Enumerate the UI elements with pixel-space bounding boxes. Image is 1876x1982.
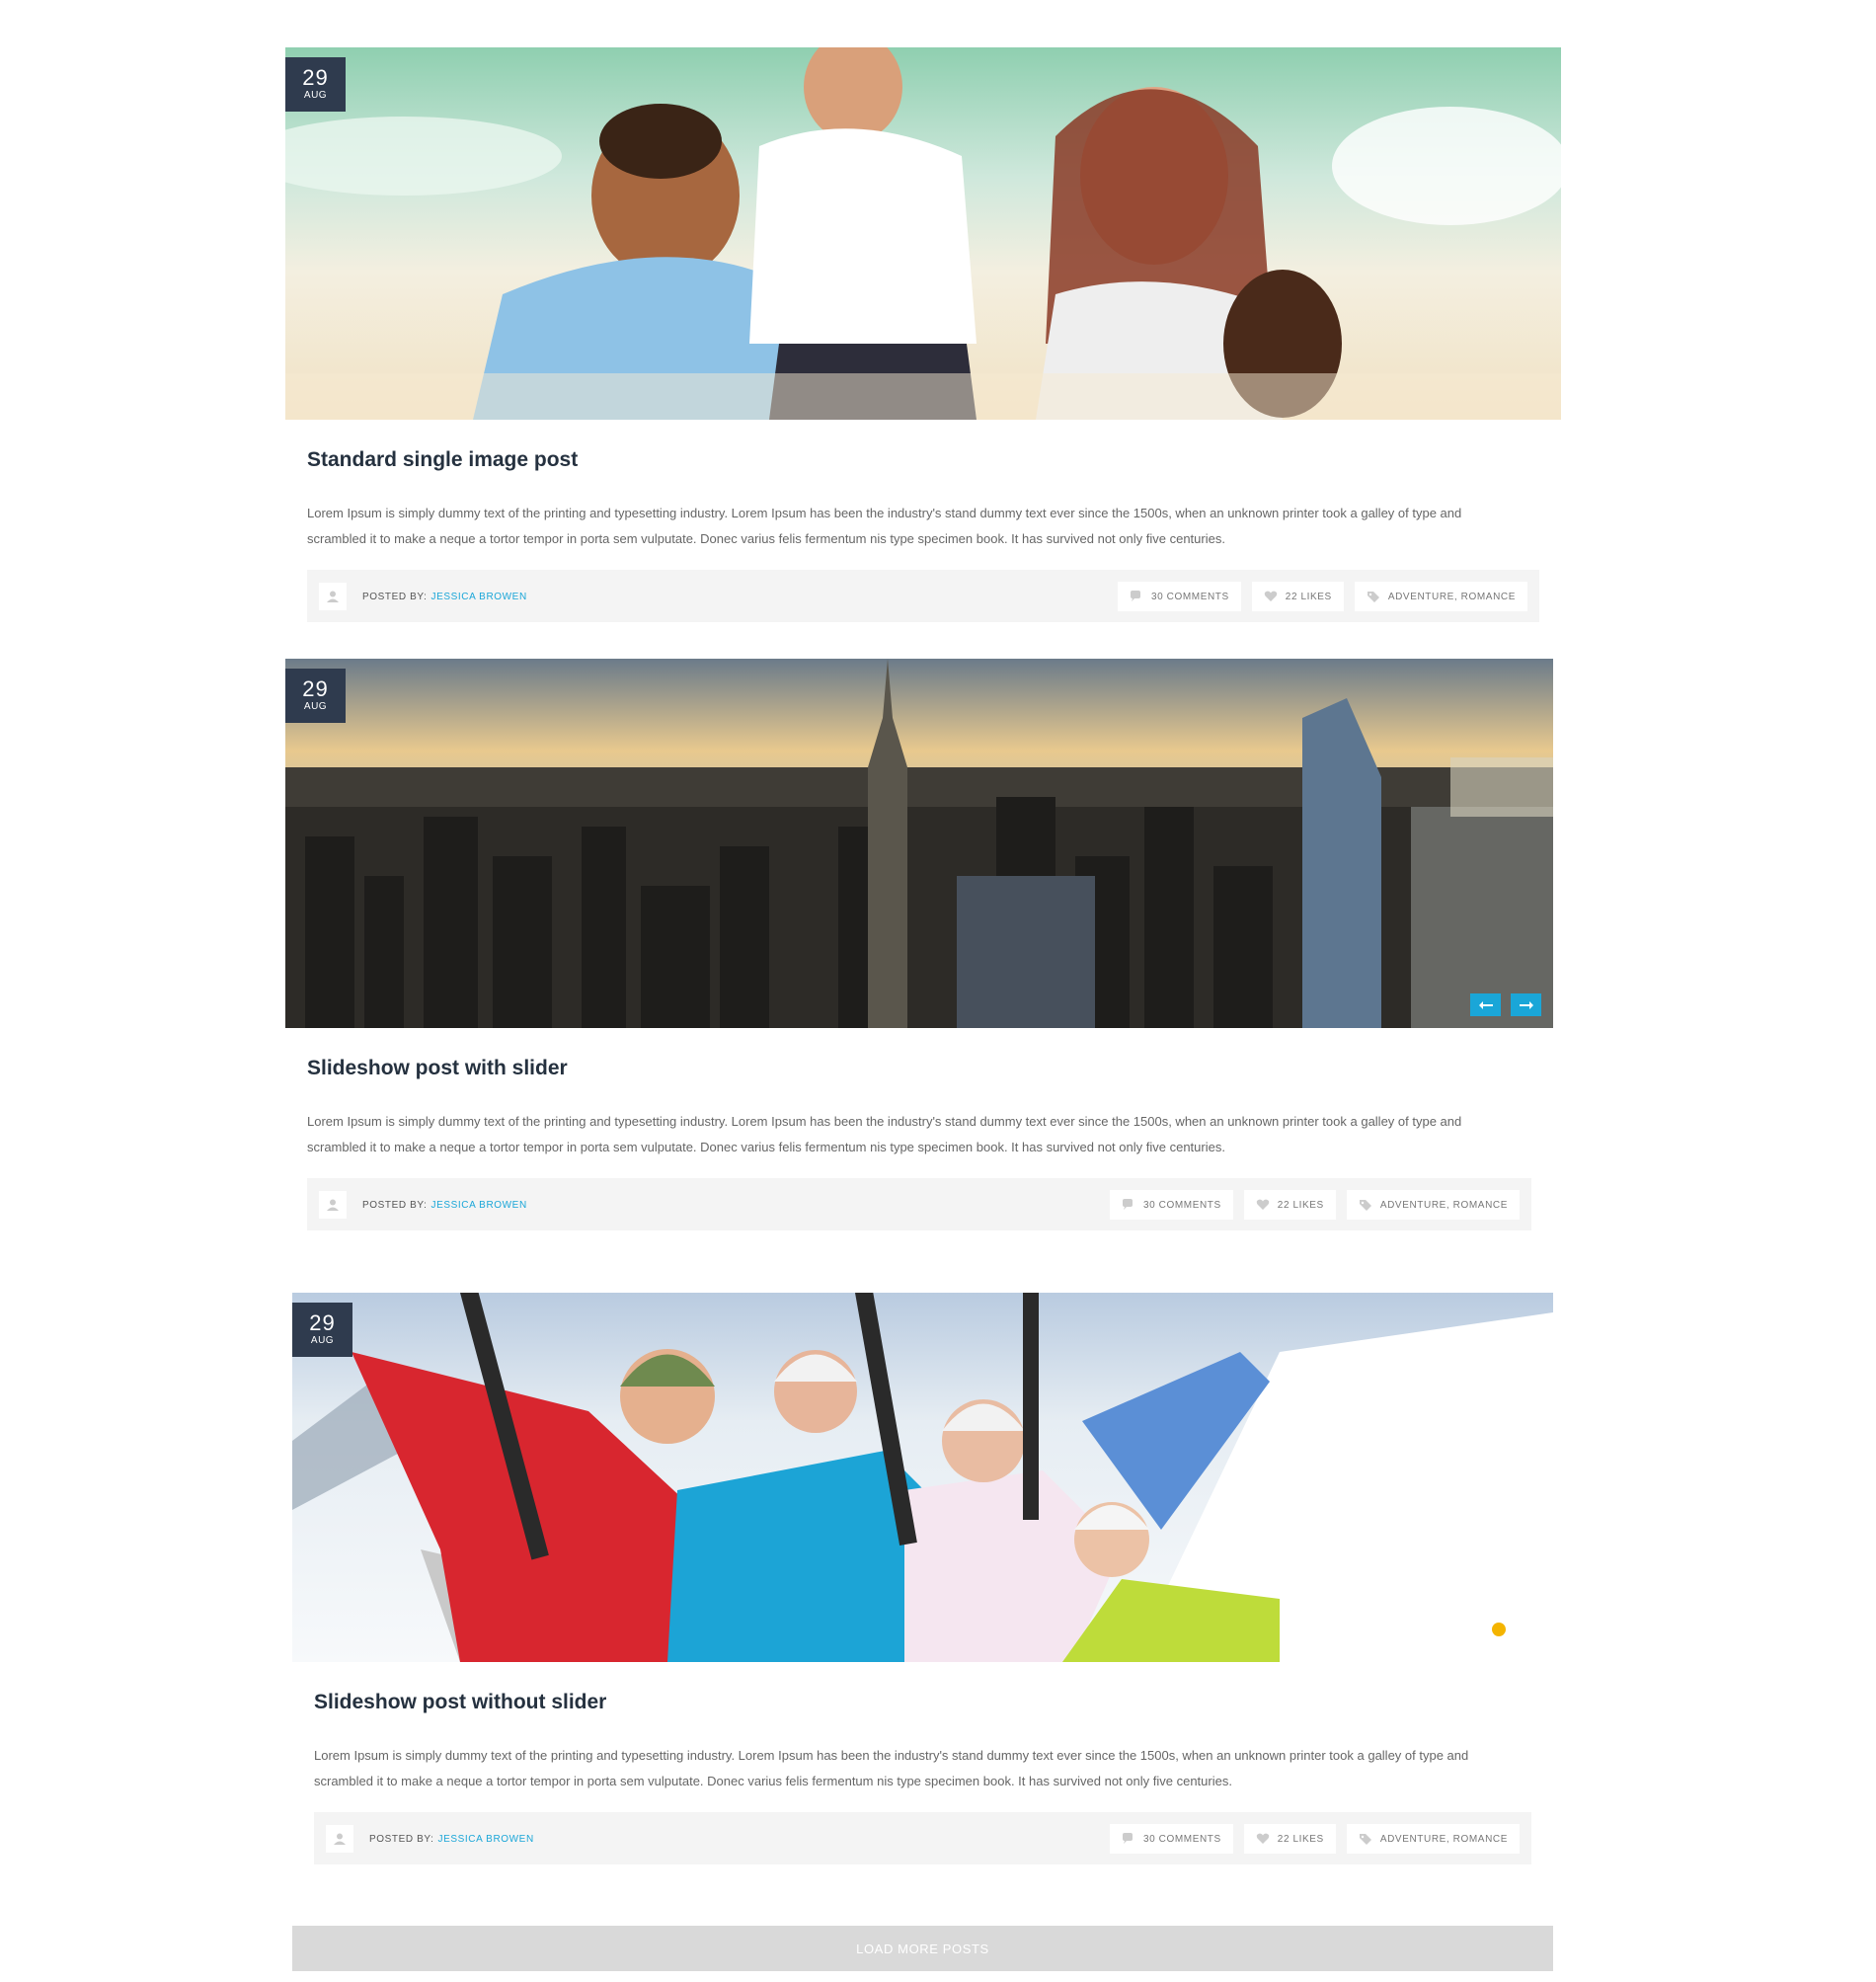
avatar [319,583,347,610]
city-skyline-photo [285,659,1553,1028]
comments-count: 30 COMMENTS [1150,591,1229,602]
load-more-posts-button[interactable]: LOAD MORE POSTS [292,1926,1553,1971]
tags-text: ADVENTURE, ROMANCE [1387,591,1516,602]
likes-count: 22 LIKES [1277,1199,1324,1211]
tag-icon [1359,1200,1371,1211]
date-badge: 29 AUG [285,57,346,112]
slider-prev-button[interactable] [1470,993,1501,1016]
tag-icon [1359,1834,1371,1845]
comments-count: 30 COMMENTS [1142,1199,1221,1211]
slider-next-button[interactable] [1511,993,1541,1016]
avatar [326,1825,353,1853]
blog-post: 29 AUG Slideshow post without slider Lor… [292,1293,1553,1864]
heart-icon [1256,1199,1270,1210]
posted-by-label: POSTED BY: [362,591,428,602]
date-day: 29 [309,1310,336,1335]
tags-text: ADVENTURE, ROMANCE [1379,1833,1508,1845]
user-icon [327,591,339,602]
arrow-left-icon [1478,1000,1493,1009]
post-image-ski-family[interactable]: 29 AUG [292,1293,1553,1662]
date-day: 29 [302,676,329,701]
comments-icon [1130,591,1140,601]
likes-button[interactable]: 22 LIKES [1243,1190,1336,1220]
likes-button[interactable]: 22 LIKES [1243,1824,1336,1854]
post-image-family-beach[interactable]: 29 AUG [285,47,1561,420]
post-title[interactable]: Slideshow post without slider [314,1690,1553,1715]
post-excerpt: Lorem Ipsum is simply dummy text of the … [307,506,1462,546]
user-icon [327,1199,339,1211]
comments-button[interactable]: 30 COMMENTS [1117,582,1241,611]
blog-post: 29 AUG Slideshow post with slider Lorem … [285,659,1553,1230]
blog-post: 29 AUG Standard single image post Lorem … [285,47,1561,622]
comments-icon [1122,1199,1133,1210]
posted-by-label: POSTED BY: [369,1833,434,1845]
date-month: AUG [303,90,328,101]
post-excerpt: Lorem Ipsum is simply dummy text of the … [307,1114,1462,1154]
date-badge: 29 AUG [292,1303,352,1357]
likes-count: 22 LIKES [1277,1833,1324,1845]
post-meta-bar: POSTED BY: JESSICA BROWEN 30 COMMENTS 22… [314,1812,1531,1864]
user-icon [334,1833,346,1845]
ski-family-photo [292,1293,1553,1662]
heart-icon [1264,591,1278,601]
post-meta-bar: POSTED BY: JESSICA BROWEN 30 COMMENTS 22… [307,1178,1531,1230]
tags-link[interactable]: ADVENTURE, ROMANCE [1354,582,1527,611]
heart-icon [1256,1833,1270,1844]
slider-dot[interactable] [1512,1623,1525,1636]
slider-dots [1472,1623,1525,1636]
post-title[interactable]: Standard single image post [307,447,1561,473]
tags-link[interactable]: ADVENTURE, ROMANCE [1346,1824,1520,1854]
author-link[interactable]: JESSICA BROWEN [430,1200,526,1211]
likes-count: 22 LIKES [1285,591,1332,602]
slider-dot-active[interactable] [1492,1623,1506,1636]
slider-arrows [1470,993,1541,1016]
avatar [319,1191,347,1219]
post-meta-bar: POSTED BY: JESSICA BROWEN 30 COMMENTS 22… [307,570,1539,622]
family-beach-photo [285,47,1561,420]
date-day: 29 [302,65,329,90]
date-month: AUG [310,1335,335,1346]
tag-icon [1367,592,1379,602]
post-image-city-skyline[interactable]: 29 AUG [285,659,1553,1028]
comments-button[interactable]: 30 COMMENTS [1109,1190,1233,1220]
post-title[interactable]: Slideshow post with slider [307,1056,1553,1081]
tags-link[interactable]: ADVENTURE, ROMANCE [1346,1190,1520,1220]
date-month: AUG [303,701,328,712]
arrow-right-icon [1519,1000,1533,1009]
likes-button[interactable]: 22 LIKES [1251,582,1344,611]
tags-text: ADVENTURE, ROMANCE [1379,1199,1508,1211]
post-excerpt: Lorem Ipsum is simply dummy text of the … [314,1748,1469,1788]
slider-dot[interactable] [1472,1623,1486,1636]
comments-icon [1122,1833,1133,1844]
date-badge: 29 AUG [285,669,346,723]
author-link[interactable]: JESSICA BROWEN [437,1834,533,1845]
posted-by-label: POSTED BY: [362,1199,428,1211]
comments-button[interactable]: 30 COMMENTS [1109,1824,1233,1854]
comments-count: 30 COMMENTS [1142,1833,1221,1845]
author-link[interactable]: JESSICA BROWEN [430,592,526,602]
